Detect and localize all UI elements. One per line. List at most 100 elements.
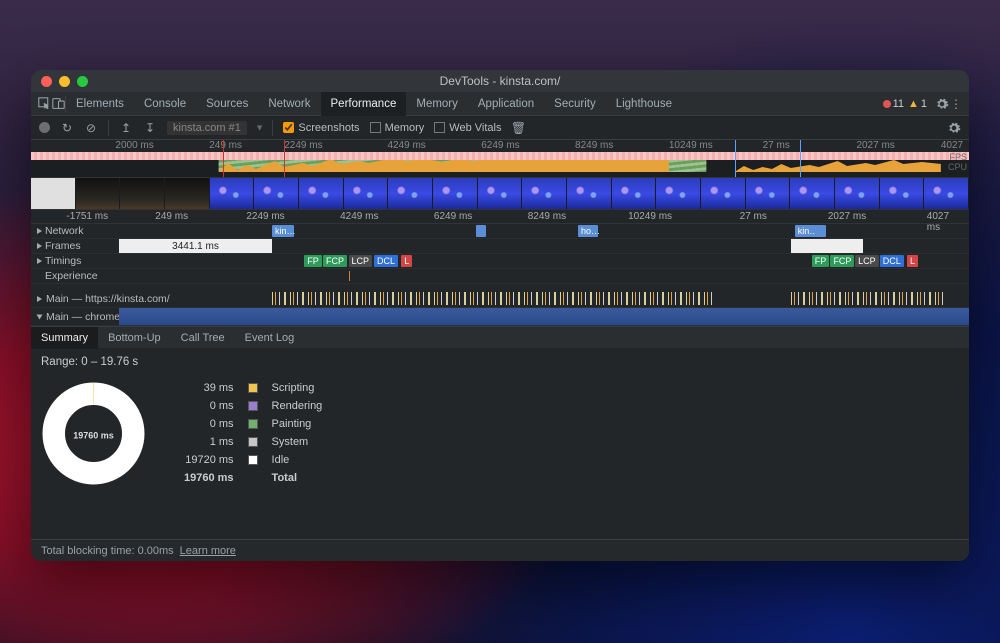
reload-icon[interactable]: ↻ [60,121,74,135]
trash-icon[interactable]: 🗑 [511,121,525,135]
filmstrip-thumb[interactable] [76,178,121,209]
warning-badge[interactable]: ▲1 [908,98,927,110]
filmstrip-thumb[interactable] [344,178,389,209]
legend-row: 0 msPainting [178,416,328,432]
filmstrip-thumb[interactable] [478,178,523,209]
tab-elements[interactable]: Elements [66,92,134,116]
subtab-bottom-up[interactable]: Bottom-Up [98,327,171,349]
timing-marker-fcp[interactable]: FCP [830,255,854,267]
filmstrip-thumb[interactable] [120,178,165,209]
filmstrip-thumb[interactable] [924,178,969,209]
filmstrip-thumb[interactable] [299,178,344,209]
device-icon[interactable] [51,97,65,111]
filmstrip-thumb[interactable] [790,178,835,209]
filmstrip-thumb[interactable] [567,178,612,209]
settings-gear-icon[interactable] [935,97,949,111]
filmstrip-thumb[interactable] [835,178,880,209]
timing-marker-lcp[interactable]: LCP [855,255,879,267]
network-chip[interactable]: kin… [795,225,817,237]
window-title: DevTools - kinsta.com/ [440,74,561,88]
timing-marker-l[interactable]: L [401,255,412,267]
summary-panel: Range: 0 – 19.76 s 19760 ms 39 msScripti… [31,348,969,496]
titlebar: DevTools - kinsta.com/ [31,70,969,92]
legend-total: 19760 msTotal [178,470,328,486]
kebab-icon[interactable]: ⋮ [949,97,963,111]
timing-marker-l[interactable]: L [907,255,918,267]
filmstrip-thumb[interactable] [210,178,255,209]
target-select[interactable]: kinsta.com #1 [167,121,247,135]
filmstrip-thumb[interactable] [31,178,76,209]
tab-application[interactable]: Application [468,92,544,116]
network-chip[interactable]: kin… [272,225,294,237]
overview-timeline[interactable]: 2000 ms249 ms2249 ms4249 ms6249 ms8249 m… [31,140,969,178]
track-main-2: Main — chrome://newtab [31,308,969,326]
track-network: Network kin…ho…kin… [31,224,969,239]
frame-bar[interactable]: 3441.1 ms [119,239,272,253]
filmstrip-thumb[interactable] [254,178,299,209]
network-chip[interactable] [816,225,826,237]
summary-legend: 39 msScripting 0 msRendering 0 msPainting 1… [176,378,330,488]
legend-row: 39 msScripting [178,380,328,396]
perf-toolbar: ↻ ⊘ ↥ ↧ kinsta.com #1 ▾ Screenshots Memo… [31,116,969,140]
clear-icon[interactable]: ⊘ [84,121,98,135]
track-main-1: Main — https://kinsta.com/ [31,290,969,308]
filmstrip-thumb[interactable] [656,178,701,209]
timing-marker-fcp[interactable]: FCP [323,255,347,267]
panel-settings-gear-icon[interactable] [947,121,961,135]
filmstrip-thumb[interactable] [522,178,567,209]
filmstrip-thumb[interactable] [388,178,433,209]
time-ruler[interactable]: -1751 ms249 ms2249 ms4249 ms6249 ms8249 … [31,210,969,224]
record-button[interactable] [39,122,50,133]
track-experience: Experience [31,269,969,284]
close-icon[interactable] [41,76,52,87]
maximize-icon[interactable] [77,76,88,87]
learn-more-link[interactable]: Learn more [180,545,236,557]
tab-network[interactable]: Network [258,92,320,116]
timing-marker-dcl[interactable]: DCL [374,255,398,267]
network-chip[interactable]: ho… [578,225,598,237]
blocking-time-text: Total blocking time: 0.00ms [41,545,174,557]
legend-row: 0 msRendering [178,398,328,414]
timing-marker-fp[interactable]: FP [304,255,322,267]
screenshot-filmstrip[interactable] [31,178,969,210]
perf-panel: 2000 ms249 ms2249 ms4249 ms6249 ms8249 m… [31,140,969,561]
flame-tracks[interactable]: Network kin…ho…kin… Frames 3441.1 ms Tim… [31,224,969,326]
timing-marker-fp[interactable]: FP [812,255,830,267]
filmstrip-thumb[interactable] [880,178,925,209]
legend-row: 1 msSystem [178,434,328,450]
memory-checkbox[interactable]: Memory [370,122,425,134]
summary-donut-chart: 19760 ms [41,381,146,486]
range-text: Range: 0 – 19.76 s [41,356,959,368]
inspect-icon[interactable] [37,97,51,111]
filmstrip-thumb[interactable] [165,178,210,209]
subtab-event-log[interactable]: Event Log [235,327,305,349]
filmstrip-thumb[interactable] [612,178,657,209]
tab-memory[interactable]: Memory [406,92,468,116]
legend-row: 19720 msIdle [178,452,328,468]
tab-sources[interactable]: Sources [196,92,258,116]
summary-tabs: SummaryBottom-UpCall TreeEvent Log [31,326,969,348]
timing-marker-lcp[interactable]: LCP [349,255,373,267]
track-frames: Frames 3441.1 ms [31,239,969,254]
upload-icon[interactable]: ↥ [119,121,133,135]
tab-console[interactable]: Console [134,92,196,116]
download-icon[interactable]: ↧ [143,121,157,135]
minimize-icon[interactable] [59,76,70,87]
subtab-summary[interactable]: Summary [31,327,98,349]
main-tabs: ElementsConsoleSourcesNetworkPerformance… [31,92,969,116]
svg-text:19760 ms: 19760 ms [73,430,114,440]
window-controls [41,76,88,87]
frame-bar[interactable] [791,239,863,253]
tab-lighthouse[interactable]: Lighthouse [606,92,682,116]
error-badge[interactable]: 11 [883,98,904,110]
timing-marker-dcl[interactable]: DCL [880,255,904,267]
filmstrip-thumb[interactable] [701,178,746,209]
filmstrip-thumb[interactable] [433,178,478,209]
tab-performance[interactable]: Performance [321,92,407,116]
tab-security[interactable]: Security [544,92,606,116]
screenshots-checkbox[interactable]: Screenshots [283,122,359,134]
network-chip[interactable] [476,225,486,237]
webvitals-checkbox[interactable]: Web Vitals [434,122,501,134]
filmstrip-thumb[interactable] [746,178,791,209]
subtab-call-tree[interactable]: Call Tree [171,327,235,349]
